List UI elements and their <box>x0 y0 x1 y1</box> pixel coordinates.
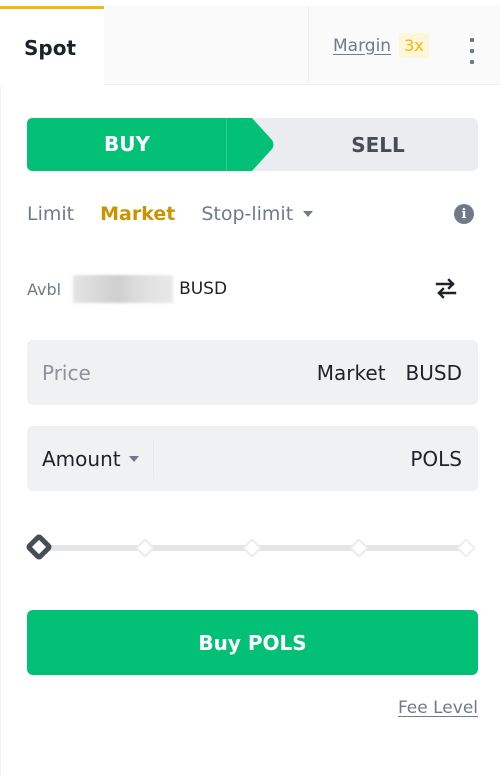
available-currency: BUSD <box>179 279 228 299</box>
slider-mark-100[interactable] <box>456 538 476 558</box>
price-field[interactable]: Price Market BUSD <box>27 340 478 405</box>
order-type-tabs: Limit Market Stop-limit i <box>27 198 478 230</box>
ellipsis-dot <box>470 38 474 42</box>
slider-mark-25[interactable] <box>135 538 155 558</box>
swap-arrows-icon[interactable] <box>434 276 458 300</box>
slider-thumb[interactable] <box>24 532 54 562</box>
leverage-badge: 3x <box>399 33 429 58</box>
order-type-limit[interactable]: Limit <box>27 203 74 225</box>
available-label: Avbl <box>27 279 62 299</box>
tab-spot-label: Spot <box>23 35 77 60</box>
sell-button-label: SELL <box>351 132 405 157</box>
available-balance: Avbl BUSD <box>27 275 478 303</box>
trade-mode-tabs: Spot Margin 3x <box>0 6 500 86</box>
order-type-market[interactable]: Market <box>100 203 175 225</box>
price-placeholder: Price <box>42 360 91 385</box>
buy-submit-label: Buy POLS <box>198 630 307 655</box>
tab-margin-label[interactable]: Margin <box>333 36 391 56</box>
amount-field[interactable]: Amount POLS <box>27 426 478 491</box>
caret-down-icon <box>303 211 314 217</box>
caret-down-icon <box>128 455 139 462</box>
tab-spot[interactable]: Spot <box>0 6 104 86</box>
slider-mark-50[interactable] <box>242 538 262 558</box>
order-type-stop-limit[interactable]: Stop-limit <box>201 203 314 225</box>
vertical-ellipsis-icon[interactable] <box>462 36 482 66</box>
ellipsis-dot <box>470 49 474 53</box>
buy-submit-button[interactable]: Buy POLS <box>27 610 478 675</box>
slider-mark-75[interactable] <box>349 538 369 558</box>
buy-button[interactable]: BUY <box>27 118 277 171</box>
buy-sell-switch: SELL BUY <box>27 118 478 171</box>
fee-level-link[interactable]: Fee Level <box>398 698 478 718</box>
info-icon[interactable]: i <box>454 204 474 224</box>
order-type-stop-limit-label: Stop-limit <box>201 203 294 225</box>
ellipsis-dot <box>470 60 474 64</box>
amount-type-dropdown[interactable]: Amount <box>42 447 139 471</box>
amount-label: Amount <box>42 446 121 471</box>
amount-unit: POLS <box>410 446 462 471</box>
price-unit: BUSD <box>405 360 462 385</box>
available-value-redacted <box>73 275 174 303</box>
amount-divider <box>152 438 154 479</box>
tab-margin[interactable]: Margin 3x <box>308 6 448 85</box>
percent-slider[interactable] <box>24 532 478 562</box>
price-value: Market <box>316 360 386 385</box>
buy-button-label: BUY <box>104 132 150 156</box>
panel-left-border <box>0 85 1 776</box>
